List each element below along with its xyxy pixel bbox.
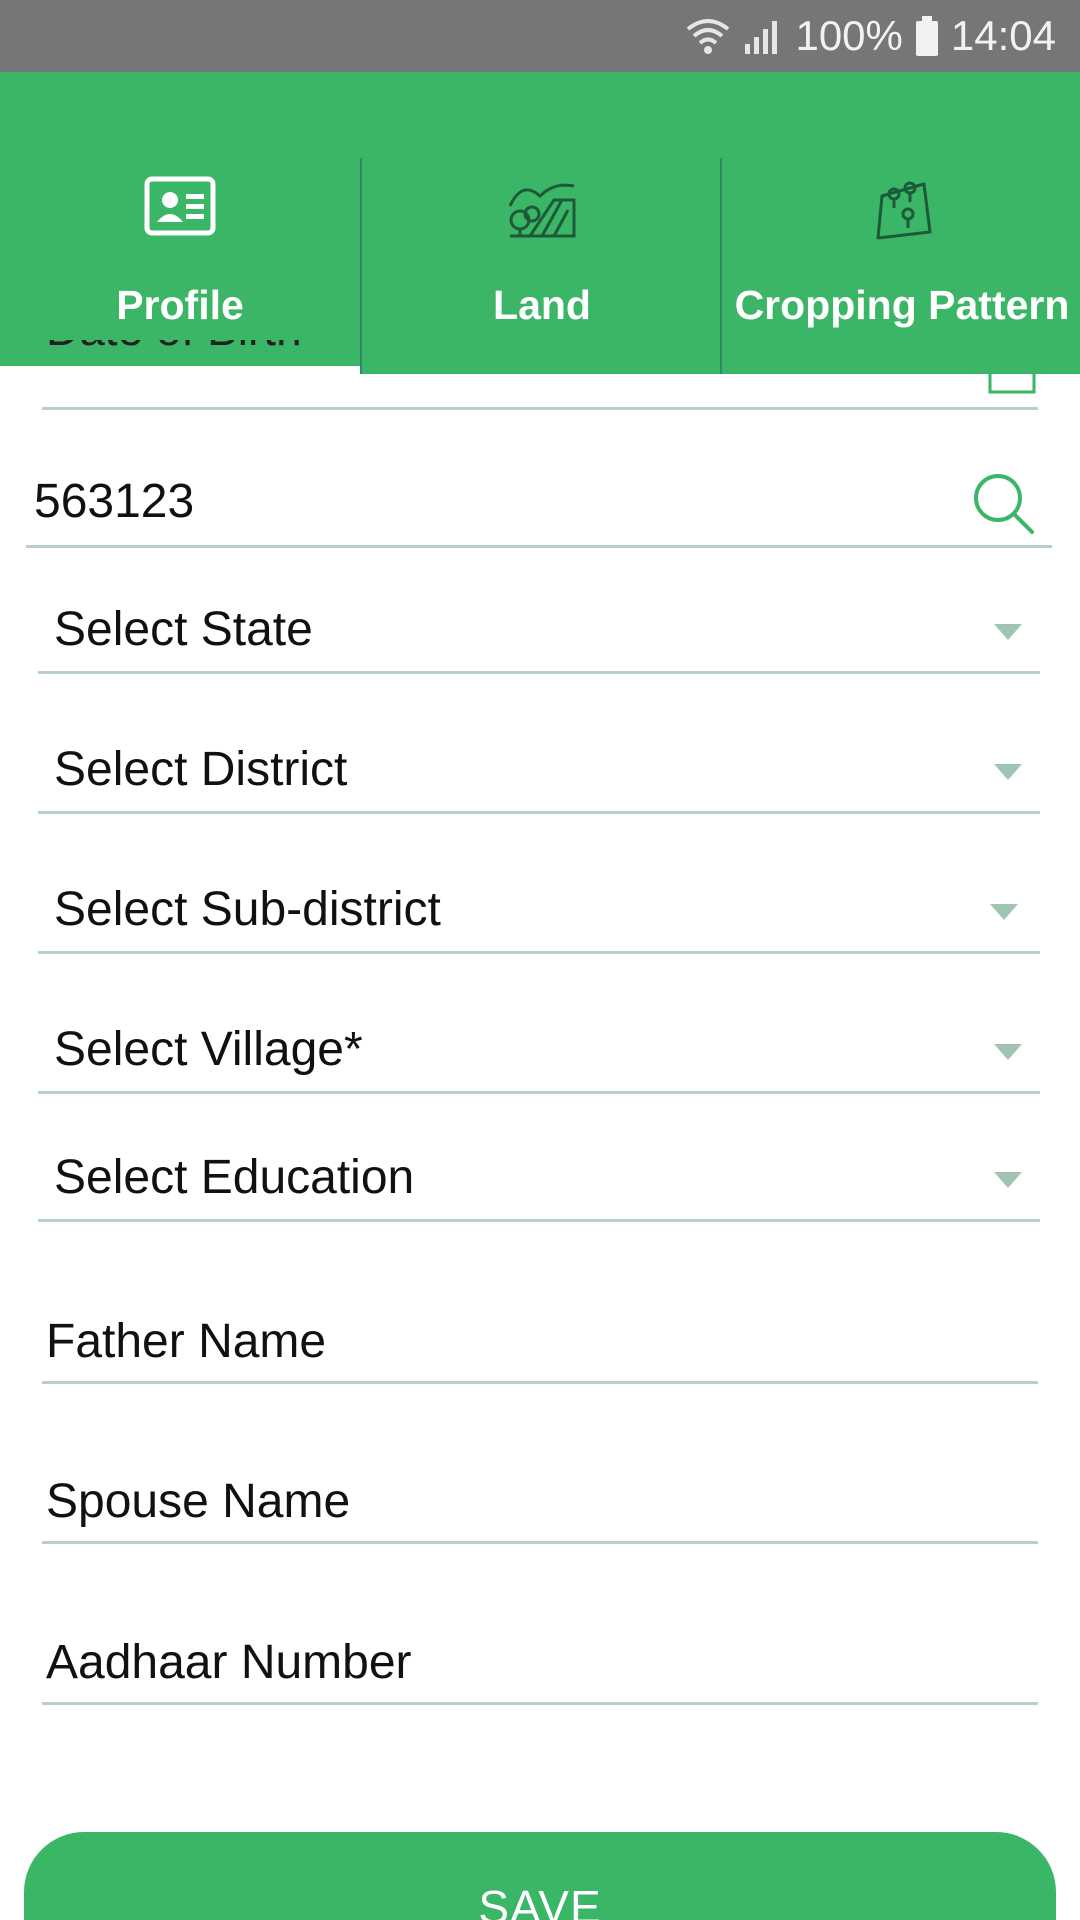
sub-district-dropdown-underline bbox=[38, 951, 1040, 954]
state-dropdown[interactable]: Select State bbox=[38, 594, 1040, 674]
chevron-down-icon bbox=[994, 1044, 1022, 1060]
status-icons: 100% 14:04 bbox=[685, 0, 1056, 72]
chevron-down-icon bbox=[990, 904, 1018, 920]
village-dropdown-label: Select Village* bbox=[54, 1023, 363, 1076]
father-name-underline bbox=[42, 1381, 1038, 1384]
district-dropdown-label: Select District bbox=[54, 743, 348, 796]
education-dropdown-label: Select Education bbox=[54, 1151, 415, 1204]
education-dropdown-underline bbox=[38, 1219, 1040, 1222]
land-field-icon bbox=[506, 176, 578, 243]
tab-header: Profile Land Cropping Pattern bbox=[0, 72, 1080, 374]
spouse-name-placeholder: Spouse Name bbox=[46, 1475, 351, 1528]
signal-icon bbox=[743, 18, 783, 54]
profile-card-icon bbox=[144, 176, 216, 241]
tab-profile-label: Profile bbox=[116, 282, 244, 328]
pincode-value: 563123 bbox=[34, 475, 195, 528]
date-of-birth-label: Date of Birth bbox=[46, 340, 302, 356]
village-dropdown[interactable]: Select Village* bbox=[38, 1014, 1040, 1094]
chevron-down-icon bbox=[994, 624, 1022, 640]
sub-district-dropdown[interactable]: Select Sub-district bbox=[38, 874, 1040, 954]
state-dropdown-underline bbox=[38, 671, 1040, 674]
battery-percent: 100% bbox=[795, 12, 903, 59]
spouse-name-underline bbox=[42, 1541, 1038, 1544]
battery-icon bbox=[915, 16, 939, 56]
status-bar: 100% 14:04 bbox=[0, 0, 1080, 72]
save-button-label: SAVE bbox=[478, 1881, 602, 1920]
clock: 14:04 bbox=[950, 12, 1056, 59]
aadhaar-number-input[interactable]: Aadhaar Number bbox=[42, 1631, 1038, 1705]
father-name-placeholder: Father Name bbox=[46, 1315, 327, 1368]
tab-cropping-pattern-label: Cropping Pattern bbox=[734, 282, 1070, 328]
map-pins-icon bbox=[872, 176, 932, 247]
calendar-icon[interactable] bbox=[988, 340, 1036, 401]
date-of-birth-underline bbox=[42, 407, 1038, 410]
pincode-field[interactable]: 563123 bbox=[26, 462, 1052, 548]
search-icon[interactable] bbox=[972, 472, 1036, 541]
state-dropdown-label: Select State bbox=[54, 603, 313, 656]
chevron-down-icon bbox=[994, 764, 1022, 780]
father-name-input[interactable]: Father Name bbox=[42, 1310, 1038, 1384]
save-button[interactable]: SAVE bbox=[24, 1832, 1056, 1920]
village-dropdown-underline bbox=[38, 1091, 1040, 1094]
education-dropdown[interactable]: Select Education bbox=[38, 1142, 1040, 1222]
aadhaar-number-placeholder: Aadhaar Number bbox=[46, 1636, 412, 1689]
aadhaar-number-underline bbox=[42, 1702, 1038, 1705]
pincode-underline bbox=[26, 545, 1052, 548]
tab-land-label: Land bbox=[493, 282, 591, 328]
district-dropdown[interactable]: Select District bbox=[38, 734, 1040, 814]
wifi-icon bbox=[685, 17, 731, 55]
spouse-name-input[interactable]: Spouse Name bbox=[42, 1470, 1038, 1544]
district-dropdown-underline bbox=[38, 811, 1040, 814]
chevron-down-icon bbox=[994, 1172, 1022, 1188]
sub-district-dropdown-label: Select Sub-district bbox=[54, 883, 441, 936]
date-of-birth-field[interactable]: Date of Birth bbox=[42, 340, 1038, 410]
